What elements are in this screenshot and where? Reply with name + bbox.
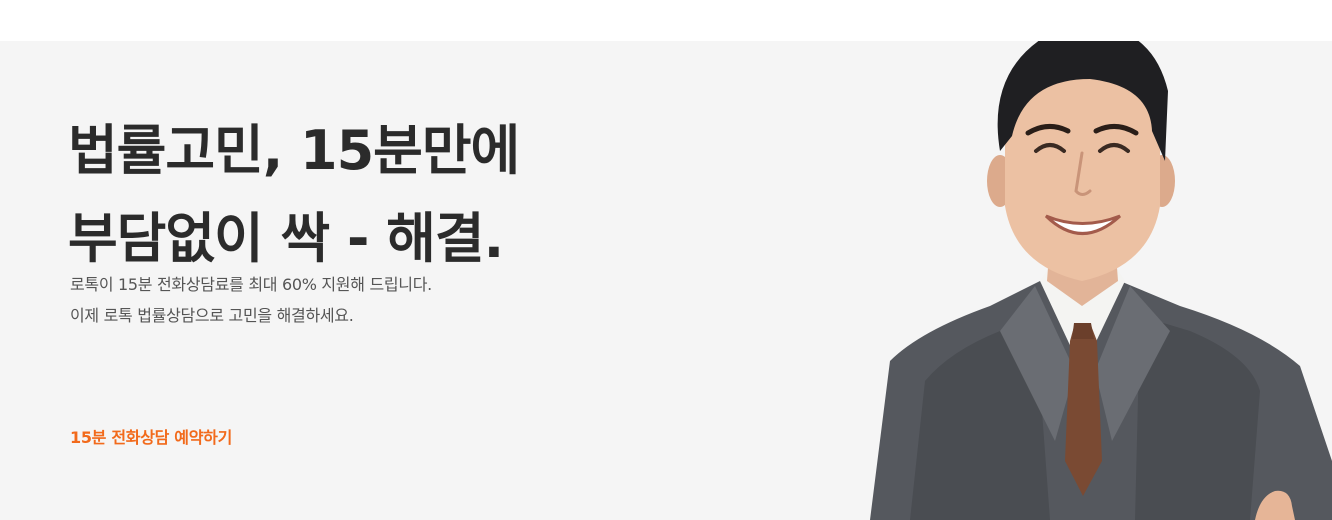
hero-description: 로톡이 15분 전화상담료를 최대 60% 지원해 드립니다. 이제 로톡 법률…: [70, 269, 432, 331]
reserve-consultation-link[interactable]: 15분 전화상담 예약하기: [70, 424, 232, 448]
hero-banner: 법률고민, 15분만에 부담없이 싹 - 해결. 로톡이 15분 전화상담료를 …: [0, 41, 1332, 520]
description-line-2: 이제 로톡 법률상담으로 고민을 해결하세요.: [70, 306, 354, 325]
top-spacer: [0, 0, 1332, 41]
headline-line-1: 법률고민, 15분만에: [68, 119, 520, 182]
hero-headline: 법률고민, 15분만에 부담없이 싹 - 해결.: [68, 107, 520, 283]
lawyer-portrait-image: [870, 41, 1332, 520]
description-line-1: 로톡이 15분 전화상담료를 최대 60% 지원해 드립니다.: [70, 275, 432, 294]
